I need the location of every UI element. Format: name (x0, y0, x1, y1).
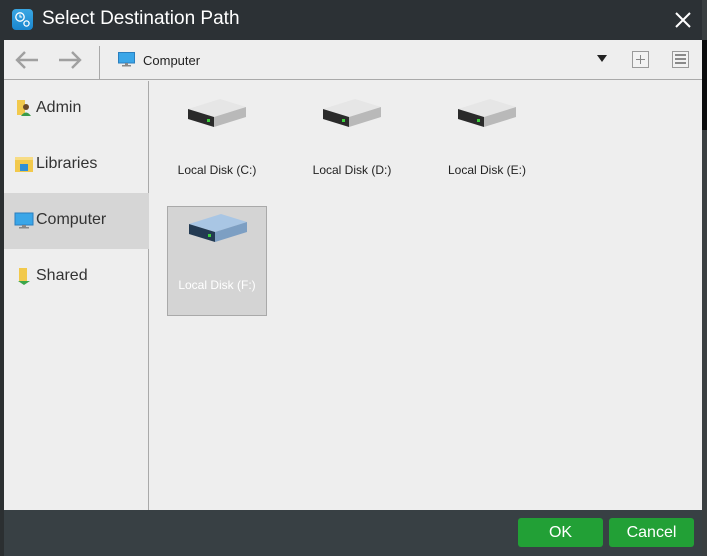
sidebar-item-label: Shared (36, 267, 88, 284)
sidebar-item-shared[interactable]: Shared (4, 249, 149, 305)
hard-drive-icon (458, 99, 516, 127)
drive-label: Local Disk (C:) (177, 163, 257, 177)
drive-item-c[interactable]: Local Disk (C:) (167, 85, 267, 195)
dialog-footer: OK Cancel (4, 510, 702, 556)
list-view-button[interactable] (672, 51, 689, 68)
sidebar-item-admin[interactable]: Admin (4, 81, 149, 137)
location-path[interactable]: Computer (143, 53, 200, 68)
sidebar-item-libraries[interactable]: Libraries (4, 137, 149, 193)
drive-label: Local Disk (D:) (312, 163, 392, 177)
sidebar-item-label: Libraries (36, 155, 98, 172)
arrow-right-icon (59, 51, 82, 69)
new-folder-button[interactable] (632, 51, 649, 68)
back-button[interactable] (14, 50, 40, 70)
drive-item-d[interactable]: Local Disk (D:) (302, 85, 402, 195)
cancel-button[interactable]: Cancel (609, 518, 694, 547)
computer-monitor-icon (14, 212, 34, 229)
drive-label: Local Disk (E:) (447, 163, 527, 177)
sidebar-item-label: Computer (36, 211, 107, 228)
sidebar: Admin Libraries Computer Shared (4, 81, 149, 510)
hard-drive-icon (189, 214, 247, 242)
user-folder-icon (17, 100, 31, 116)
drive-item-e[interactable]: Local Disk (E:) (437, 85, 537, 195)
title-bar: Select Destination Path (0, 0, 702, 40)
hard-drive-icon (188, 99, 246, 127)
close-icon (675, 12, 691, 28)
toolbar-divider (99, 46, 100, 80)
sidebar-item-computer[interactable]: Computer (4, 193, 149, 249)
ok-button[interactable]: OK (518, 518, 603, 547)
libraries-folder-icon (15, 157, 33, 172)
computer-monitor-icon (118, 52, 135, 67)
drive-list: Local Disk (C:) Local Disk (D:) Local Di… (150, 81, 702, 510)
arrow-left-icon (15, 51, 38, 69)
shared-folder-icon (18, 268, 30, 285)
forward-button[interactable] (57, 50, 83, 70)
sidebar-item-label: Admin (36, 99, 82, 116)
dialog-title: Select Destination Path (42, 8, 240, 29)
close-button[interactable] (672, 9, 694, 31)
backup-app-icon (12, 9, 33, 30)
hard-drive-icon (323, 99, 381, 127)
drive-label: Local Disk (F:) (178, 278, 256, 292)
caret-down-icon[interactable] (597, 55, 607, 62)
drive-item-f[interactable]: Local Disk (F:) (167, 206, 267, 316)
toolbar: Computer (4, 40, 702, 80)
window-border-right (702, 0, 707, 556)
